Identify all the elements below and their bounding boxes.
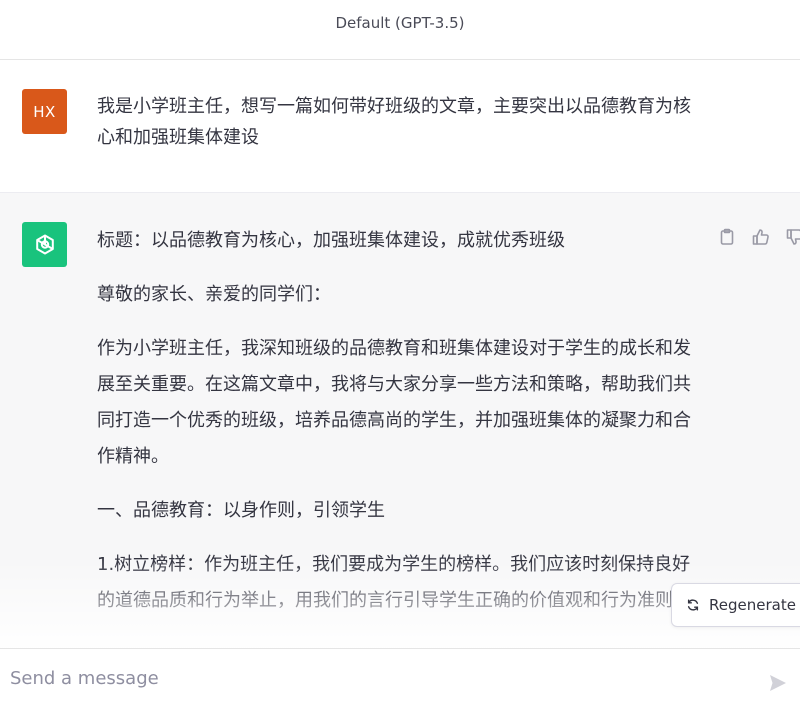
send-icon[interactable]	[768, 673, 790, 695]
user-message-row: HX 我是小学班主任，想写一篇如何带好班级的文章，主要突出以品德教育为核心和加强…	[0, 60, 800, 193]
user-avatar: HX	[22, 89, 67, 134]
assistant-message-text: 标题：以品德教育为核心，加强班集体建设，成就优秀班级 尊敬的家长、亲爱的同学们：…	[97, 223, 697, 637]
refresh-icon	[686, 598, 700, 612]
openai-logo-icon	[35, 234, 54, 254]
assistant-paragraph: 作为小学班主任，我深知班级的品德教育和班集体建设对于学生的成长和发展至关重要。在…	[97, 338, 691, 467]
message-input[interactable]	[8, 659, 752, 697]
regenerate-label: Regenerate	[709, 596, 796, 614]
model-label: Default (GPT-3.5)	[335, 13, 465, 32]
user-message-text: 我是小学班主任，想写一篇如何带好班级的文章，主要突出以品德教育为核心和加强班集体…	[97, 96, 691, 148]
assistant-paragraph: 一、品德教育：以身作则，引领学生	[97, 500, 385, 521]
assistant-paragraph: 1.树立榜样：作为班主任，我们要成为学生的榜样。我们应该时刻保持良好的道德品质和…	[97, 554, 691, 611]
message-actions	[717, 227, 800, 247]
assistant-message-row: 标题：以品德教育为核心，加强班集体建设，成就优秀班级 尊敬的家长、亲爱的同学们：…	[0, 193, 800, 648]
thumbs-up-icon[interactable]	[751, 227, 771, 247]
message-composer	[0, 648, 800, 708]
assistant-paragraph: 标题：以品德教育为核心，加强班集体建设，成就优秀班级	[97, 230, 565, 251]
user-avatar-initials: HX	[33, 102, 56, 121]
assistant-paragraph: 尊敬的家长、亲爱的同学们：	[97, 284, 331, 305]
top-bar: Default (GPT-3.5)	[0, 0, 800, 60]
assistant-avatar	[22, 222, 67, 267]
copy-icon[interactable]	[717, 227, 737, 247]
regenerate-button[interactable]: Regenerate	[671, 583, 800, 627]
thumbs-down-icon[interactable]	[785, 227, 800, 247]
